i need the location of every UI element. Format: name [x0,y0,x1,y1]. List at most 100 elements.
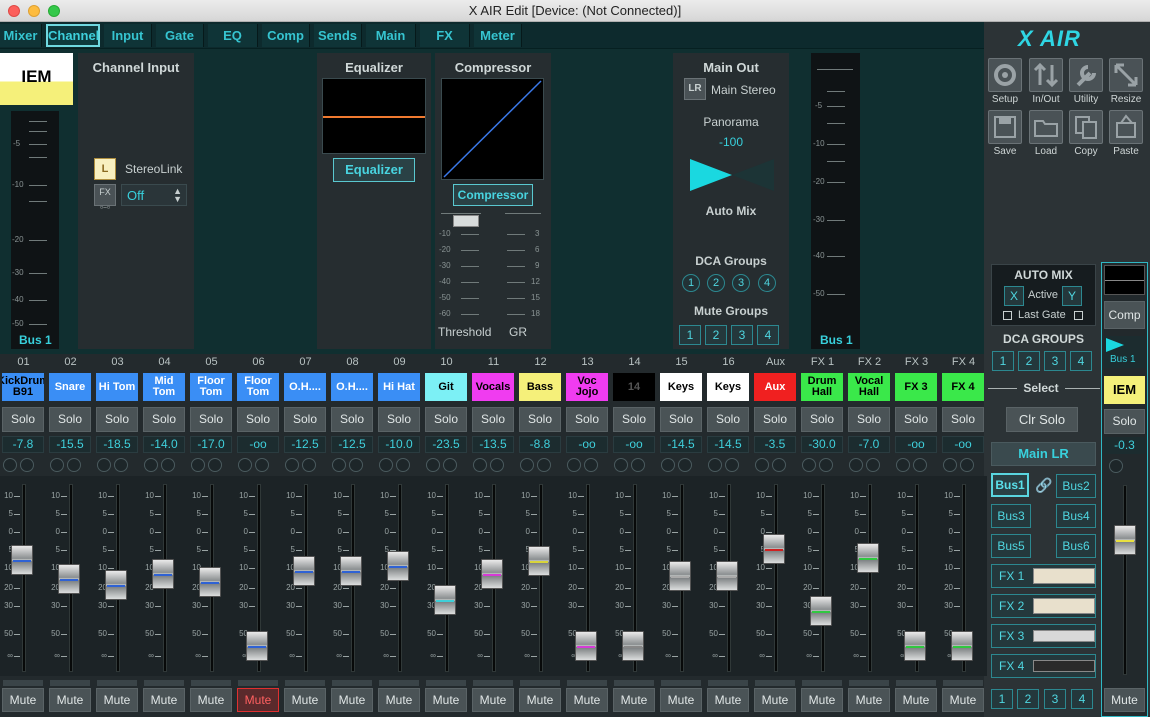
tab-comp[interactable]: Comp [262,24,310,47]
channel-name-badge[interactable]: Hi Hat [378,373,420,401]
channel-name-badge[interactable]: Keys [660,373,702,401]
mute-button[interactable]: Mute [143,688,185,712]
bus6-select[interactable]: Bus6 [1056,534,1096,558]
page-1-button[interactable]: 1 [991,689,1013,709]
save-button[interactable] [988,110,1022,144]
tab-fx[interactable]: FX [420,24,470,47]
last-gate-checkbox-left[interactable] [1003,311,1012,320]
pan-knob[interactable] [661,458,675,472]
mute-button[interactable]: Mute [284,688,326,712]
channel-name-badge[interactable]: Drum Hall [801,373,843,401]
channel-fader[interactable] [199,567,221,598]
dca-1-button[interactable]: 1 [992,351,1014,371]
fx3-select[interactable]: FX 3 [991,624,1096,648]
send-knob[interactable] [208,458,222,472]
dca-2-button[interactable]: 2 [1018,351,1040,371]
channel-fader[interactable] [716,560,738,591]
clear-solo-button[interactable]: Clr Solo [1006,407,1078,432]
mute-group-4[interactable]: 4 [757,325,779,345]
fx1-select[interactable]: FX 1 [991,564,1096,588]
solo-button[interactable]: Solo [425,407,467,432]
equalizer-button[interactable]: Equalizer [333,158,415,182]
channel-fader[interactable] [951,631,973,662]
mute-button[interactable]: Mute [2,688,44,712]
channel-fader[interactable] [857,543,879,574]
pan-knob[interactable] [238,458,252,472]
mute-button[interactable]: Mute [190,688,232,712]
solo-button[interactable]: Solo [378,407,420,432]
page-2-button[interactable]: 2 [1017,689,1039,709]
channel-name-badge[interactable]: O.H.... [331,373,373,401]
send-knob[interactable] [772,458,786,472]
iem-fader[interactable] [1114,525,1136,555]
channel-name-badge[interactable]: Vocal Hall [848,373,890,401]
pan-knob[interactable] [332,458,346,472]
mute-button[interactable]: Mute [331,688,373,712]
compressor-button[interactable]: Compressor [453,184,533,206]
bus2-select[interactable]: Bus2 [1056,474,1096,498]
automix-x-button[interactable]: X [1004,286,1024,306]
iem-comp-button[interactable]: Comp [1104,301,1145,329]
meter-bus-label-right[interactable]: Bus 1 [820,333,853,347]
pan-knob[interactable] [614,458,628,472]
iem-solo-button[interactable]: Solo [1104,409,1145,434]
mute-button[interactable]: Mute [378,688,420,712]
source-select[interactable]: Off ▲ ▼ [121,184,187,206]
channel-fader[interactable] [904,631,926,662]
send-knob[interactable] [913,458,927,472]
channel-name-badge[interactable]: FX 3 [895,373,937,401]
dca-group-4[interactable]: 4 [758,274,776,292]
mute-button[interactable]: Mute [237,688,279,712]
iem-pan-knob[interactable] [1109,459,1123,473]
page-4-button[interactable]: 4 [1071,689,1093,709]
fx-insert-button[interactable]: FX ○–○ [94,184,116,211]
mute-button[interactable]: Mute [801,688,843,712]
tab-mixer[interactable]: Mixer [0,24,42,47]
pan-knob[interactable] [50,458,64,472]
send-knob[interactable] [960,458,974,472]
channel-fader[interactable] [575,631,597,662]
copy-button[interactable] [1069,110,1103,144]
solo-button[interactable]: Solo [660,407,702,432]
page-3-button[interactable]: 3 [1044,689,1066,709]
solo-button[interactable]: Solo [49,407,91,432]
send-knob[interactable] [537,458,551,472]
channel-fader[interactable] [58,564,80,594]
send-knob[interactable] [678,458,692,472]
solo-button[interactable]: Solo [566,407,608,432]
close-window-button[interactable] [8,5,20,17]
iem-mute-button[interactable]: Mute [1104,688,1145,712]
send-knob[interactable] [725,458,739,472]
pan-knob[interactable] [755,458,769,472]
mute-button[interactable]: Mute [754,688,796,712]
mute-button[interactable]: Mute [472,688,514,712]
bus5-select[interactable]: Bus5 [991,534,1031,558]
pan-knob[interactable] [285,458,299,472]
channel-name-badge[interactable]: Git [425,373,467,401]
channel-name-badge[interactable]: Hi Tom [96,373,138,401]
zoom-window-button[interactable] [48,5,60,17]
dca-group-3[interactable]: 3 [732,274,750,292]
bus3-select[interactable]: Bus3 [991,504,1031,528]
solo-button[interactable]: Solo [284,407,326,432]
channel-name-badge[interactable]: O.H.... [284,373,326,401]
send-knob[interactable] [866,458,880,472]
channel-fader[interactable] [622,631,644,662]
mute-button[interactable]: Mute [96,688,138,712]
channel-name-badge[interactable]: Mid Tom [143,373,185,401]
pan-knob[interactable] [943,458,957,472]
send-knob[interactable] [396,458,410,472]
link-icon[interactable]: 🔗 [1035,477,1052,494]
mute-button[interactable]: Mute [566,688,608,712]
channel-name-badge[interactable]: Vocals [472,373,514,401]
iem-name-badge[interactable]: IEM [1104,376,1145,404]
tab-eq[interactable]: EQ [208,24,258,47]
iem-bus-selector[interactable]: Bus 1 [1104,336,1145,368]
channel-name-badge[interactable]: FX 4 [942,373,984,401]
send-knob[interactable] [161,458,175,472]
solo-button[interactable]: Solo [848,407,890,432]
channel-fader[interactable] [669,560,691,591]
pan-knob[interactable] [144,458,158,472]
channel-name-badge[interactable]: Voc Jojo [566,373,608,401]
solo-button[interactable]: Solo [96,407,138,432]
